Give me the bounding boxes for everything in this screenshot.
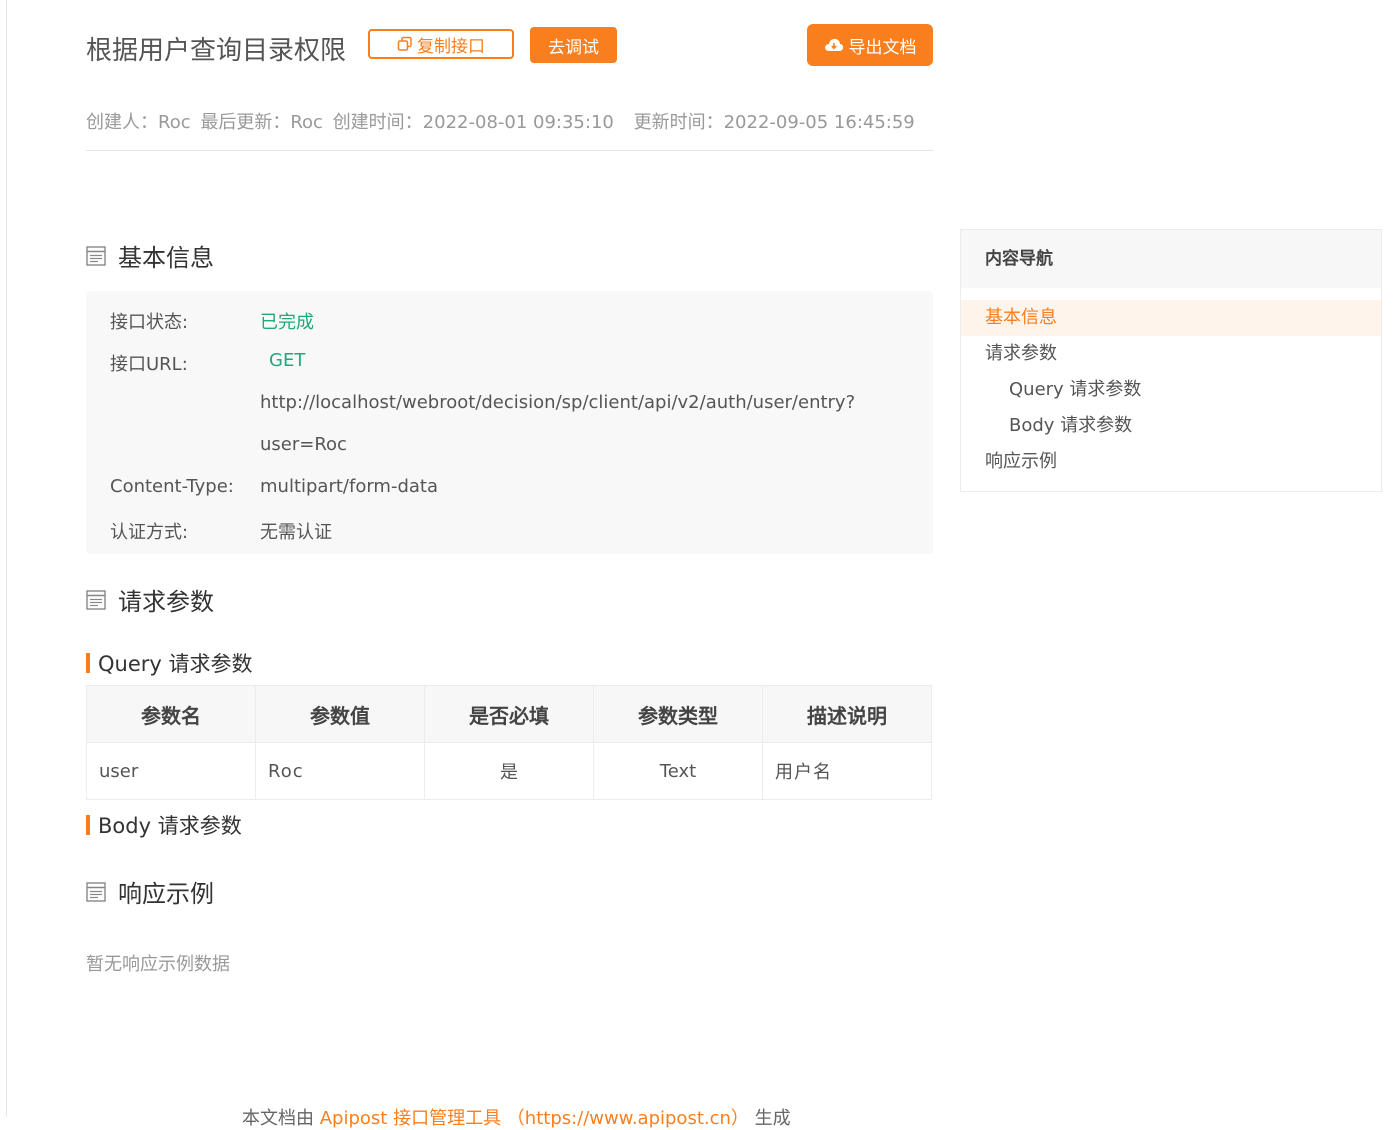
meta-updated: 更新时间：2022-09-05 16:45:59 [633, 112, 915, 133]
copy-api-label: 复制接口 [417, 36, 485, 57]
url-line-1: http://localhost/webroot/decision/sp/cli… [260, 392, 856, 413]
section-response-heading: 响应示例 [86, 874, 214, 909]
section-request-heading: 请求参数 [86, 582, 214, 617]
cell-param-value: Roc [255, 742, 425, 800]
col-required: 是否必填 [424, 685, 594, 743]
meta-info: 创建人：Roc 最后更新：Roc 创建时间：2022-08-01 09:35:1… [86, 108, 919, 134]
table-row: user Roc 是 Text 用户名 [86, 742, 932, 800]
url-label: 接口URL: [110, 354, 188, 375]
footer: 本文档由 Apipost 接口管理工具 （https://www.apipost… [242, 1104, 791, 1130]
heading-accent-bar [86, 815, 90, 835]
title-row: 根据用户查询目录权限 复制接口 去调试 导出文档 [86, 24, 933, 68]
meta-creator: 创建人：Roc [86, 112, 191, 133]
footer-link[interactable]: Apipost 接口管理工具 （https://www.apipost.cn） [320, 1108, 749, 1129]
document-icon [86, 589, 106, 610]
section-response-title: 响应示例 [118, 880, 214, 908]
cell-required: 是 [424, 742, 594, 800]
content-nav: 内容导航 基本信息 请求参数 Query 请求参数 Body 请求参数 响应示例 [960, 229, 1382, 492]
table-header-row: 参数名 参数值 是否必填 参数类型 描述说明 [86, 685, 932, 743]
cell-description: 用户名 [762, 742, 932, 800]
heading-accent-bar [86, 653, 90, 673]
status-label: 接口状态: [110, 312, 189, 333]
page-title: 根据用户查询目录权限 [86, 36, 347, 66]
query-params-table: 参数名 参数值 是否必填 参数类型 描述说明 user Roc 是 Text 用… [86, 685, 932, 800]
nav-item-basic-info[interactable]: 基本信息 [961, 300, 1381, 336]
method-badge: GET [260, 350, 314, 371]
document-icon [86, 881, 106, 902]
auth-label: 认证方式: [110, 522, 189, 543]
body-params-heading: Body 请求参数 [86, 810, 242, 840]
col-description: 描述说明 [762, 685, 932, 743]
nav-item-request-params[interactable]: 请求参数 [961, 336, 1381, 372]
meta-updater: 最后更新：Roc [200, 112, 323, 133]
col-param-name: 参数名 [86, 685, 256, 743]
left-border [6, 0, 7, 1117]
content-nav-title: 内容导航 [961, 230, 1381, 288]
meta-created: 创建时间：2022-08-01 09:35:10 [332, 112, 614, 133]
section-request-title: 请求参数 [118, 588, 214, 616]
footer-suffix: 生成 [754, 1108, 791, 1129]
debug-button[interactable]: 去调试 [530, 27, 617, 63]
auth-value: 无需认证 [260, 522, 332, 543]
section-basic-title: 基本信息 [118, 244, 214, 272]
cell-param-name: user [86, 742, 256, 800]
response-empty-text: 暂无响应示例数据 [86, 954, 230, 975]
query-params-heading: Query 请求参数 [86, 648, 253, 678]
nav-item-body-params[interactable]: Body 请求参数 [961, 408, 1381, 444]
col-param-value: 参数值 [255, 685, 425, 743]
url-line-2: user=Roc [260, 434, 347, 455]
copy-api-button[interactable]: 复制接口 [368, 29, 514, 59]
cell-param-type: Text [593, 742, 763, 800]
footer-prefix: 本文档由 [242, 1108, 314, 1129]
copy-icon [397, 36, 412, 51]
cloud-download-icon [824, 38, 843, 51]
nav-item-query-params[interactable]: Query 请求参数 [961, 372, 1381, 408]
section-basic-heading: 基本信息 [86, 238, 214, 273]
export-doc-button[interactable]: 导出文档 [807, 24, 933, 66]
content-type-label: Content-Type: [110, 476, 234, 497]
method-text: GET [269, 350, 306, 371]
status-value: 已完成 [260, 312, 314, 333]
document-icon [86, 245, 106, 266]
col-param-type: 参数类型 [593, 685, 763, 743]
basic-info-box: 接口状态: 已完成 接口URL: GET http://localhost/we… [86, 291, 933, 554]
export-doc-label: 导出文档 [848, 37, 917, 58]
header-divider [86, 150, 933, 151]
query-params-title: Query 请求参数 [98, 652, 253, 676]
content-type-value: multipart/form-data [260, 476, 438, 497]
nav-item-response-example[interactable]: 响应示例 [961, 444, 1381, 480]
body-params-title: Body 请求参数 [98, 814, 242, 838]
